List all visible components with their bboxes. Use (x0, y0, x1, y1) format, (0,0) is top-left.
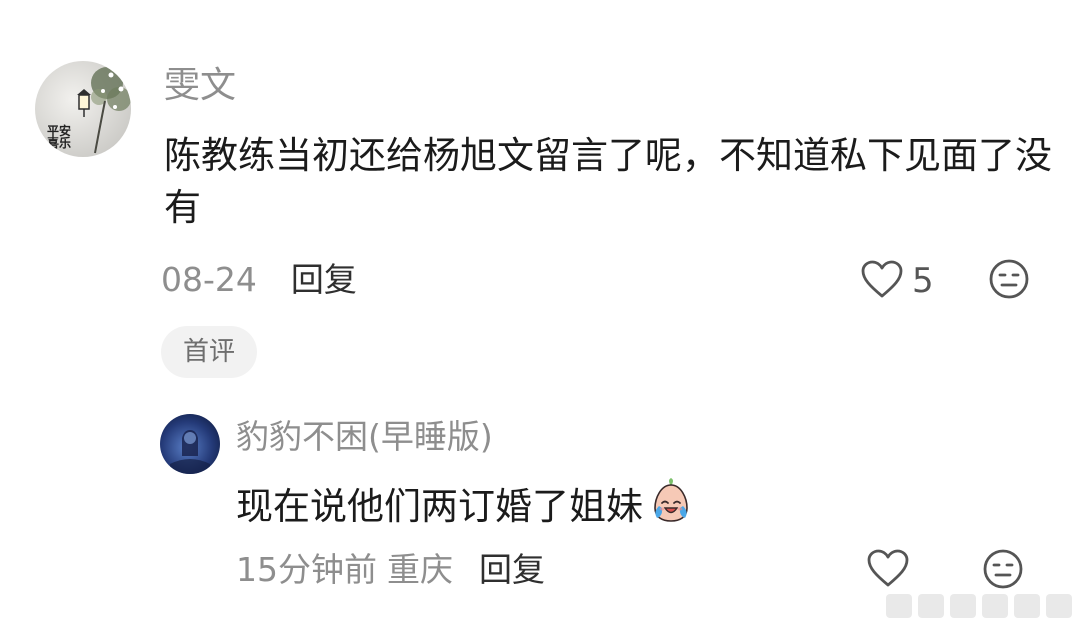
reply-time: 15分钟前 (236, 550, 377, 589)
comment-date: 08-24 (161, 260, 257, 299)
reply-meta: 15分钟前 重庆 回复 (236, 546, 545, 594)
reply-avatar[interactable] (160, 414, 220, 474)
comment-author-name[interactable]: 雯文 (164, 62, 236, 110)
like-count: 5 (912, 261, 934, 301)
crying-laughing-emoji (647, 476, 695, 537)
reply-button[interactable]: 回复 (291, 260, 357, 299)
heart-icon[interactable] (866, 548, 910, 592)
reply-author-name[interactable]: 豹豹不困(早睡版) (236, 414, 493, 460)
reply-to-reply-button[interactable]: 回复 (479, 550, 545, 589)
reply-text: 现在说他们两订婚了姐妹 (236, 484, 643, 528)
reply-location: 重庆 (387, 550, 453, 589)
avatar-caption: 平安喜乐 (47, 124, 72, 150)
heart-icon[interactable] (860, 259, 904, 303)
reply-text-line: 现在说他们两订婚了姐妹 (236, 476, 695, 537)
neutral-face-icon[interactable] (988, 258, 1030, 304)
comment-text: 陈教练当初还给杨旭文留言了呢，不知道私下见面了没有 (164, 134, 1052, 229)
like-button[interactable]: 5 (860, 258, 934, 304)
comment-meta: 08-24 回复 (161, 256, 357, 304)
first-comment-badge: 首评 (161, 326, 257, 378)
neutral-face-icon[interactable] (982, 548, 1024, 594)
comment-thread: 平安喜乐 雯文 陈教练当初还给杨旭文留言了呢，不知道私下见面了没有 08-24 回… (0, 0, 1080, 628)
watermark (884, 590, 1074, 622)
avatar[interactable]: 平安喜乐 (35, 61, 131, 157)
